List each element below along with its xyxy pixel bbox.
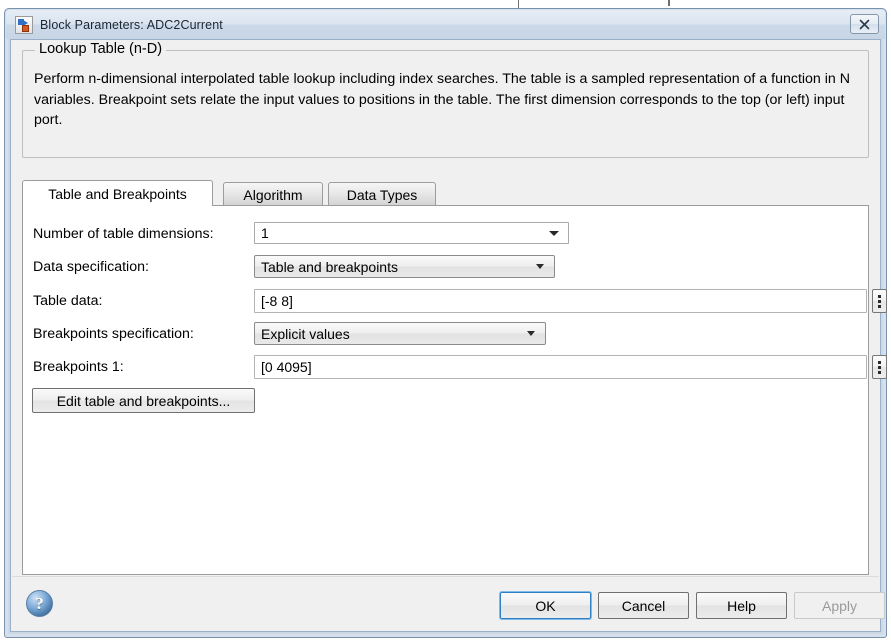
combobox-value: Explicit values [261,325,350,342]
dialog-body: Lookup Table (n-D) Perform n-dimensional… [10,39,887,632]
breakpoints-1-value: [0 4095] [261,359,312,375]
edit-table-and-breakpoints-button[interactable]: Edit table and breakpoints... [32,388,255,413]
description-groupbox: Lookup Table (n-D) Perform n-dimensional… [22,41,869,158]
title-bar: Block Parameters: ADC2Current [6,10,885,39]
breakpoints-1-more-button[interactable] [872,355,887,379]
block-type-title: Lookup Table (n-D) [35,41,167,57]
label-breakpoints-1: Breakpoints 1: [33,359,124,375]
simulink-block-icon [15,15,33,34]
chevron-down-icon [527,331,535,336]
button-label: Help [727,597,756,614]
label-number-of-table-dimensions: Number of table dimensions: [33,226,214,242]
tab-algorithm[interactable]: Algorithm [223,182,323,206]
window-title: Block Parameters: ADC2Current [40,17,223,32]
button-label: Edit table and breakpoints... [56,392,231,409]
table-data-more-button[interactable] [872,289,887,313]
tab-table-and-breakpoints[interactable]: Table and Breakpoints [22,180,213,206]
background-window-edge [518,0,519,8]
label-table-data: Table data: [33,293,103,309]
label-breakpoints-specification: Breakpoints specification: [33,326,194,342]
chevron-down-icon [549,230,559,236]
breakpoints-1-input[interactable]: [0 4095] [254,355,867,379]
background-window-edge [668,0,670,6]
cancel-button[interactable]: Cancel [598,592,689,619]
dialog-footer: ? OK Cancel Help Apply [12,576,885,630]
block-description-text: Perform n-dimensional interpolated table… [34,71,850,129]
tab-label: Algorithm [243,186,303,203]
table-data-value: [-8 8] [261,293,293,309]
tab-label: Table and Breakpoints [48,185,187,202]
button-label: OK [535,597,556,614]
label-data-specification: Data specification: [33,259,149,275]
table-data-input[interactable]: [-8 8] [254,289,867,313]
button-label: Cancel [621,597,666,614]
combobox-value: 1 [261,225,269,241]
tab-panel-table-and-breakpoints: Number of table dimensions: 1 Data speci… [22,205,887,575]
tab-strip: Table and Breakpoints Algorithm Data Typ… [22,180,869,206]
screenshot-root: Block Parameters: ADC2Current Lookup Tab… [0,0,891,642]
button-label: Apply [821,597,858,614]
data-specification-combobox[interactable]: Table and breakpoints [254,255,555,278]
question-mark-icon[interactable]: ? [26,590,53,617]
help-button[interactable]: Help [696,592,787,619]
combobox-value: Table and breakpoints [261,258,398,275]
apply-button: Apply [794,592,885,619]
dialog-window: Block Parameters: ADC2Current Lookup Tab… [4,8,887,638]
chevron-down-icon [536,264,544,269]
ok-button[interactable]: OK [500,592,591,619]
number-of-table-dimensions-combobox[interactable]: 1 [254,222,569,244]
close-icon[interactable] [850,14,879,34]
tab-label: Data Types [346,186,418,203]
tab-data-types[interactable]: Data Types [328,182,436,206]
breakpoints-specification-combobox[interactable]: Explicit values [254,322,546,345]
